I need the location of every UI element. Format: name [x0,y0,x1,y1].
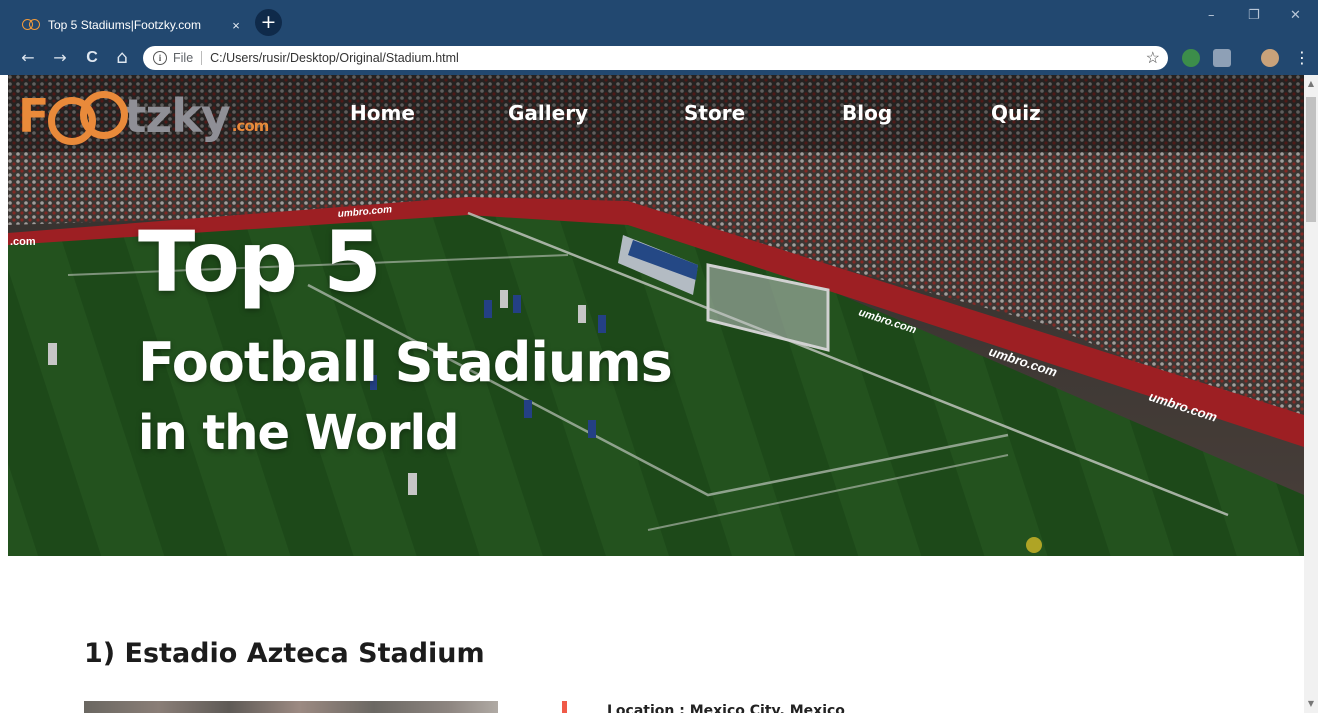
stadium-favicon-icon [22,19,40,31]
star-icon[interactable]: ☆ [1146,48,1160,68]
profile-icon[interactable] [1261,49,1279,67]
logo-rings-icon [48,91,129,145]
new-tab-button[interactable]: + [255,9,282,36]
back-icon[interactable]: ← [16,46,40,70]
tab-close-button[interactable]: × [224,18,248,33]
scroll-up-arrow-icon[interactable]: ▲ [1304,77,1318,91]
browser-tab[interactable]: Top 5 Stadiums|Footzky.com × [8,8,248,42]
site-navbar: F tzky .com Home Gallery Store Blog Quiz [8,75,1304,152]
logo-dotcom: .com [231,117,270,135]
footzky-logo[interactable]: F tzky .com [18,87,270,145]
home-icon[interactable]: ⌂ [110,46,134,70]
stadium-location: Location : Mexico City, Mexico [607,703,845,713]
scroll-down-arrow-icon[interactable]: ▼ [1304,697,1318,711]
page-scrollbar[interactable]: ▲ ▼ [1304,75,1318,713]
hero-title-line-2: Football Stadiums [138,331,673,394]
address-scheme: File [173,51,194,65]
address-divider [201,51,203,65]
address-bar[interactable]: i File C:/Users/rusir/Desktop/Original/S… [143,46,1168,70]
ad-board-label: umbro.com [857,306,918,336]
logo-letter-f: F [18,89,49,143]
nav-link-store[interactable]: Store [684,101,745,125]
reload-icon[interactable]: C [80,46,104,70]
hero-banner: umbro.com umbro.com umbro.com umbro.com … [8,75,1304,556]
tab-title: Top 5 Stadiums|Footzky.com [48,18,201,32]
forward-icon[interactable]: → [48,46,72,70]
info-accent-bar [562,701,567,713]
minimize-button[interactable]: – [1208,8,1215,23]
menu-icon[interactable]: ⋮ [1290,46,1314,70]
ad-board-label: umbro.com [1147,389,1219,425]
nav-link-quiz[interactable]: Quiz [991,101,1041,125]
hero-title-line-1: Top 5 [138,213,382,311]
logo-word: tzky [124,89,230,143]
browser-titlebar: Top 5 Stadiums|Footzky.com × + – ❐ ✕ [0,0,1318,42]
hero-title-line-3: in the World [138,405,459,461]
close-window-button[interactable]: ✕ [1290,8,1301,23]
nav-link-blog[interactable]: Blog [842,101,892,125]
address-url[interactable]: C:/Users/rusir/Desktop/Original/Stadium.… [210,51,459,65]
page-viewport: umbro.com umbro.com umbro.com umbro.com … [0,75,1318,713]
stadium-heading: 1) Estadio Azteca Stadium [84,638,485,669]
extension-icon[interactable] [1182,49,1200,67]
info-icon[interactable]: i [153,51,167,65]
stadium-photo [84,701,498,713]
pdf-icon[interactable] [1213,49,1231,67]
nav-link-home[interactable]: Home [350,101,415,125]
scrollbar-thumb[interactable] [1306,97,1316,222]
ad-board-label: .com [10,236,36,248]
nav-link-gallery[interactable]: Gallery [508,101,588,125]
ad-board-label: umbro.com [987,344,1059,380]
restore-button[interactable]: ❐ [1248,8,1260,23]
